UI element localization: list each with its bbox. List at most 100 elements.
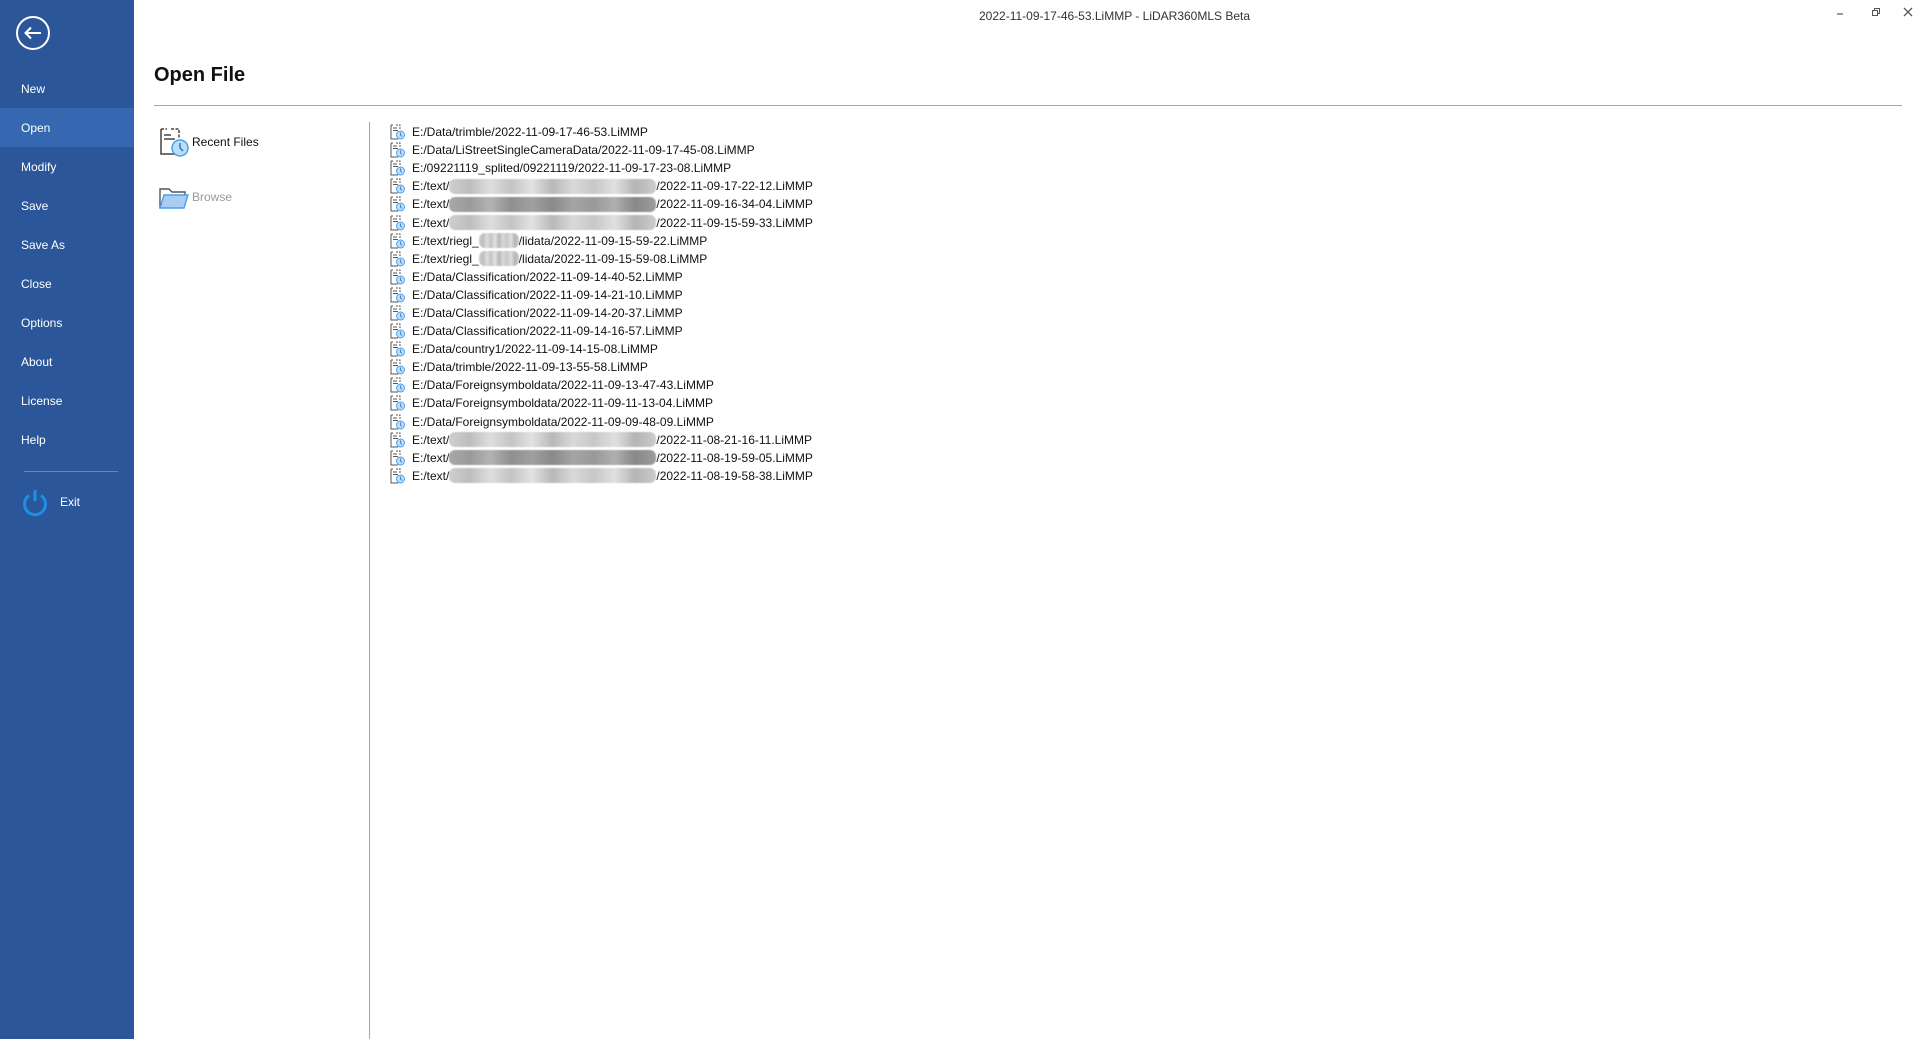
file-path-prefix: E:/Data/country1/2022-11-09-14-15-08.LiM… xyxy=(412,342,658,357)
file-path-suffix: /2022-11-09-17-22-12.LiMMP xyxy=(656,179,813,194)
sidebar-item-label: About xyxy=(21,354,53,369)
sidebar-item-label: Save xyxy=(21,198,49,213)
file-path-prefix: E:/Data/trimble/2022-11-09-17-46-53.LiMM… xyxy=(412,125,648,140)
minimize-button[interactable] xyxy=(1828,4,1852,20)
window-title: 2022-11-09-17-46-53.LiMMP - LiDAR360MLS … xyxy=(979,9,1251,23)
page-title: Open File xyxy=(154,64,246,86)
sidebar-item-label: Open xyxy=(21,120,51,135)
recent-file-item[interactable]: E:/Data/Foreignsymboldata/2022-11-09-13-… xyxy=(390,376,813,394)
file-path-prefix: E:/Data/Foreignsymboldata/2022-11-09-13-… xyxy=(412,378,714,393)
recent-file-item[interactable]: E:/text/ /2022-11-09-17-22-12.LiMMP xyxy=(390,177,813,195)
recent-file-icon xyxy=(390,305,405,321)
recent-file-item[interactable]: E:/text/ /2022-11-09-15-59-33.LiMMP xyxy=(390,213,813,231)
sidebar-item-label: New xyxy=(21,81,46,96)
recent-file-item[interactable]: E:/Data/country1/2022-11-09-14-15-08.LiM… xyxy=(390,340,813,358)
sidebar-item-close[interactable]: Close xyxy=(0,264,134,303)
recent-file-icon xyxy=(390,124,405,140)
recent-file-item[interactable]: E:/Data/trimble/2022-11-09-17-46-53.LiMM… xyxy=(390,123,813,141)
sidebar-item-save[interactable]: Save xyxy=(0,186,134,225)
recent-files-icon xyxy=(160,128,189,157)
file-path-prefix: E:/Data/LiStreetSingleCameraData/2022-11… xyxy=(412,143,755,158)
sidebar-item-label: Exit xyxy=(60,495,81,509)
restore-icon xyxy=(1872,8,1880,16)
recent-file-icon xyxy=(390,142,405,158)
recent-file-icon xyxy=(390,450,405,466)
recent-file-item[interactable]: E:/text/ /2022-11-08-19-58-38.LiMMP xyxy=(390,467,813,485)
close-button[interactable] xyxy=(1896,4,1920,20)
recent-file-item[interactable]: E:/text/ /2022-11-08-21-16-11.LiMMP xyxy=(390,431,813,449)
file-path-prefix: E:/Data/Classification/2022-11-09-14-21-… xyxy=(412,287,683,302)
sidebar-item-modify[interactable]: Modify xyxy=(0,147,134,186)
power-icon xyxy=(23,490,47,517)
file-path-suffix: /2022-11-09-15-59-33.LiMMP xyxy=(656,215,813,230)
title-divider xyxy=(154,105,1902,106)
recent-file-item[interactable]: E:/Data/Classification/2022-11-09-14-21-… xyxy=(390,286,813,304)
file-path-prefix: E:/text/riegl_ xyxy=(412,251,479,266)
file-path-prefix: E:/text/ xyxy=(412,432,450,447)
recent-file-item[interactable]: E:/text/riegl_ /lidata/2022-11-09-15-59-0… xyxy=(390,250,813,268)
file-path-suffix: /lidata/2022-11-09-15-59-08.LiMMP xyxy=(518,251,708,266)
back-button[interactable] xyxy=(16,16,50,50)
recent-files-button[interactable]: Recent Files xyxy=(158,126,259,158)
back-arrow-icon xyxy=(24,26,41,40)
title-bar: 2022-11-09-17-46-53.LiMMP - LiDAR360MLS … xyxy=(134,0,1920,30)
redacted-path-segment xyxy=(449,215,657,231)
recent-file-icon xyxy=(390,251,405,267)
redacted-path-segment xyxy=(449,196,657,212)
close-icon xyxy=(1903,7,1913,17)
file-path-prefix: E:/09221119_splited/09221119/2022-11-09-… xyxy=(412,161,732,176)
sidebar-item-save-as[interactable]: Save As xyxy=(0,225,134,264)
file-path-prefix: E:/text/ xyxy=(412,215,450,230)
recent-file-item[interactable]: E:/Data/LiStreetSingleCameraData/2022-11… xyxy=(390,141,813,159)
sidebar-item-license[interactable]: License xyxy=(0,381,134,420)
recent-file-item[interactable]: E:/Data/Classification/2022-11-09-14-20-… xyxy=(390,304,813,322)
redacted-path-segment xyxy=(478,251,519,267)
recent-file-icon xyxy=(390,341,405,357)
minimize-icon xyxy=(1837,13,1843,15)
file-path-suffix: /lidata/2022-11-09-15-59-22.LiMMP xyxy=(518,233,708,248)
recent-file-icon xyxy=(390,359,405,375)
sidebar-item-new[interactable]: New xyxy=(0,69,134,108)
file-path-suffix: /2022-11-08-19-58-38.LiMMP xyxy=(656,468,813,483)
sidebar-item-help[interactable]: Help xyxy=(0,420,134,459)
recent-file-item[interactable]: E:/text/riegl_ /lidata/2022-11-09-15-59-2… xyxy=(390,232,813,250)
browse-button[interactable]: Browse xyxy=(158,181,232,213)
recent-files-label: Recent Files xyxy=(192,135,259,149)
sidebar-item-label: Save As xyxy=(21,237,66,252)
backstage-sidebar: New Open Modify Save Save As Close Options Abou… xyxy=(0,0,134,1039)
sidebar-item-exit[interactable]: Exit xyxy=(20,486,80,518)
recent-file-icon xyxy=(390,468,405,484)
recent-files-list: E:/Data/trimble/2022-11-09-17-46-53.LiMM… xyxy=(390,123,813,485)
recent-file-item[interactable]: E:/text/ /2022-11-08-19-59-05.LiMMP xyxy=(390,449,813,467)
folder-icon xyxy=(159,188,189,209)
file-path-prefix: E:/text/ xyxy=(412,450,450,465)
recent-file-icon xyxy=(390,160,405,176)
recent-file-item[interactable]: E:/text/ /2022-11-09-16-34-04.LiMMP xyxy=(390,195,813,213)
recent-file-icon xyxy=(390,269,405,285)
file-path-prefix: E:/Data/Classification/2022-11-09-14-20-… xyxy=(412,305,683,320)
recent-file-icon xyxy=(390,323,405,339)
sidebar-item-open[interactable]: Open xyxy=(0,108,134,147)
recent-file-item[interactable]: E:/Data/Classification/2022-11-09-14-16-… xyxy=(390,322,813,340)
file-path-suffix: /2022-11-08-21-16-11.LiMMP xyxy=(656,432,812,447)
file-path-suffix: /2022-11-08-19-59-05.LiMMP xyxy=(656,450,813,465)
redacted-path-segment xyxy=(478,233,519,249)
file-path-prefix: E:/Data/Classification/2022-11-09-14-16-… xyxy=(412,324,683,339)
file-path-prefix: E:/Data/Classification/2022-11-09-14-40-… xyxy=(412,269,683,284)
redacted-path-segment xyxy=(449,450,657,466)
recent-file-item[interactable]: E:/Data/Foreignsymboldata/2022-11-09-09-… xyxy=(390,413,813,431)
sidebar-item-about[interactable]: About xyxy=(0,342,134,381)
recent-file-item[interactable]: E:/Data/trimble/2022-11-09-13-55-58.LiMM… xyxy=(390,358,813,376)
recent-file-icon xyxy=(390,395,405,411)
recent-file-item[interactable]: E:/Data/Classification/2022-11-09-14-40-… xyxy=(390,268,813,286)
recent-file-item[interactable]: E:/Data/Foreignsymboldata/2022-11-09-11-… xyxy=(390,394,813,412)
sidebar-item-label: Close xyxy=(21,276,52,291)
restore-button[interactable] xyxy=(1864,4,1888,20)
redacted-path-segment xyxy=(449,178,657,194)
panel-divider xyxy=(369,122,370,1039)
recent-file-item[interactable]: E:/09221119_splited/09221119/2022-11-09-… xyxy=(390,159,813,177)
file-path-suffix: /2022-11-09-16-34-04.LiMMP xyxy=(656,197,813,212)
redacted-path-segment xyxy=(449,468,657,484)
sidebar-item-options[interactable]: Options xyxy=(0,303,134,342)
file-path-prefix: E:/Data/trimble/2022-11-09-13-55-58.LiMM… xyxy=(412,360,648,375)
